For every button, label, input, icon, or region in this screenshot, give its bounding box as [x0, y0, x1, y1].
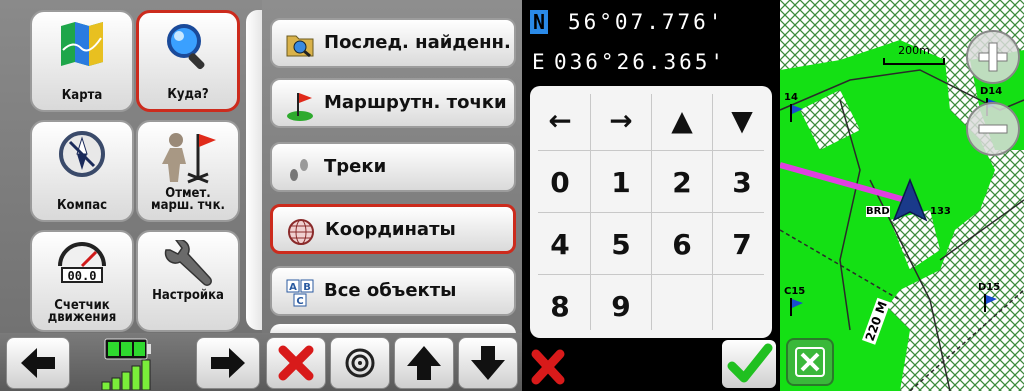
mark-waypoint-icon [158, 130, 218, 190]
waypoint-d14-label: D14 [980, 86, 1003, 97]
waypoint-flag-icon[interactable] [788, 298, 804, 320]
up-arrow-icon [407, 346, 441, 380]
main-menu-panel: Карта Куда? Компас Отмет. марш. тчк. 00.… [0, 0, 262, 391]
track-footprints-icon [286, 155, 314, 181]
trip-computer-tile[interactable]: 00.0 Счетчик движения [30, 230, 134, 332]
close-map-icon [795, 347, 825, 377]
zoom-in-icon [978, 42, 1008, 72]
key-6[interactable]: 6 [652, 214, 712, 274]
key-1[interactable]: 1 [591, 152, 651, 212]
waypoint-133-label: 133 [930, 206, 951, 217]
svg-text:C: C [296, 296, 303, 307]
back-arrow-icon [21, 348, 55, 378]
key-8[interactable]: 8 [530, 276, 590, 336]
scroll-up-button[interactable] [394, 337, 454, 389]
setup-tile[interactable]: Настройка [136, 230, 240, 332]
tracks-item[interactable]: Треки [270, 142, 516, 192]
key-down-arrow[interactable]: ▼ [712, 90, 772, 150]
coordinate-entry-panel: N 56°07.776' E 036°26.365' ← → ▲ ▼ 0 1 2… [522, 0, 780, 391]
trip-computer-icon: 00.0 [52, 236, 112, 290]
waypoints-label: Маршрутн. точки [324, 92, 507, 113]
latitude-value[interactable]: 56°07.776' [568, 10, 724, 34]
compass-tile-label: Компас [56, 198, 108, 213]
key-3[interactable]: 3 [712, 152, 772, 212]
longitude-value[interactable]: 036°26.365' [554, 50, 726, 74]
confirm-button[interactable] [722, 340, 776, 388]
down-arrow-icon [471, 346, 505, 380]
waypoint-14-label: 14 [784, 92, 798, 103]
cancel-button[interactable] [526, 346, 570, 388]
waypoint-c15-label: C15 [784, 286, 806, 297]
close-icon [278, 345, 314, 381]
current-position-icon [892, 177, 928, 226]
key-up-arrow[interactable]: ▲ [652, 90, 712, 150]
compass-icon [58, 130, 106, 182]
trip-odometer-readout: 00.0 [68, 269, 97, 283]
waypoint-flag-icon [286, 91, 314, 121]
setup-tile-label: Настройка [152, 288, 224, 303]
map-tile-label: Карта [61, 88, 103, 103]
map-tile[interactable]: Карта [30, 10, 134, 112]
globe-icon [287, 218, 315, 245]
where-to-panel: Послед. найденн. Маршрутн. точки Треки К… [262, 0, 522, 391]
where-to-tile-label: Куда? [167, 87, 209, 102]
key-0[interactable]: 0 [530, 152, 590, 212]
scale-label: 200m [898, 44, 930, 57]
svg-text:A: A [289, 282, 297, 293]
compass-tile[interactable]: Компас [30, 120, 134, 222]
zoom-out-button[interactable] [966, 102, 1020, 156]
waypoint-brd-label: BRD [866, 206, 890, 217]
number-keypad: ← → ▲ ▼ 0 1 2 3 4 5 6 7 8 9 [530, 86, 772, 338]
tracks-label: Треки [324, 156, 387, 177]
mark-waypoint-tile[interactable]: Отмет. марш. тчк. [136, 120, 240, 222]
key-9[interactable]: 9 [591, 276, 651, 336]
waypoint-d15-label: D15 [978, 282, 1001, 293]
forward-arrow-icon [211, 348, 245, 378]
trip-label-line2: движения [47, 310, 117, 325]
checkmark-icon [727, 343, 773, 383]
close-map-button[interactable] [786, 338, 834, 386]
target-button[interactable] [330, 337, 390, 389]
key-right-arrow[interactable]: → [591, 90, 651, 150]
scroll-down-button[interactable] [458, 337, 518, 389]
back-button[interactable] [6, 337, 70, 389]
map-icon [59, 20, 105, 72]
waypoints-item[interactable]: Маршрутн. точки [270, 78, 516, 128]
where-to-tile[interactable]: Куда? [136, 10, 240, 112]
recent-folder-icon [286, 31, 314, 58]
map-panel: 200m 14 D14 BRD 133 C15 D15 220 M [780, 0, 1024, 391]
target-icon [345, 348, 375, 378]
cancel-x-icon [531, 349, 565, 385]
forward-button[interactable] [196, 337, 260, 389]
zoom-in-button[interactable] [966, 30, 1020, 84]
coordinates-label: Координаты [325, 219, 456, 240]
all-poi-icon: A B C [286, 279, 314, 307]
waypoint-flag-icon[interactable] [788, 104, 804, 126]
key-left-arrow[interactable]: ← [530, 90, 590, 150]
magnifier-icon [162, 21, 214, 77]
zoom-out-icon [978, 124, 1008, 134]
trip-computer-tile-label: Счетчик движения [32, 299, 132, 325]
key-7[interactable]: 7 [712, 214, 772, 274]
svg-text:B: B [303, 282, 311, 293]
latitude-hemisphere[interactable]: N [530, 10, 548, 34]
all-poi-label: Все объекты [324, 280, 457, 301]
mark-waypoint-tile-label: Отмет. марш. тчк. [138, 187, 238, 213]
coordinates-item[interactable]: Координаты [270, 204, 516, 254]
recent-finds-item[interactable]: Послед. найденн. [270, 18, 516, 68]
signal-strength-icon [100, 356, 166, 391]
recent-finds-label: Послед. найденн. [324, 32, 511, 53]
next-column-edge [246, 10, 262, 330]
longitude-hemisphere[interactable]: E [532, 50, 550, 74]
key-5[interactable]: 5 [591, 214, 651, 274]
key-2[interactable]: 2 [652, 152, 712, 212]
waypoint-flag-icon[interactable] [982, 294, 998, 316]
mark-waypoint-label-line2: марш. тчк. [151, 198, 225, 213]
close-button[interactable] [266, 337, 326, 389]
key-4[interactable]: 4 [530, 214, 590, 274]
all-poi-item[interactable]: A B C Все объекты [270, 266, 516, 316]
